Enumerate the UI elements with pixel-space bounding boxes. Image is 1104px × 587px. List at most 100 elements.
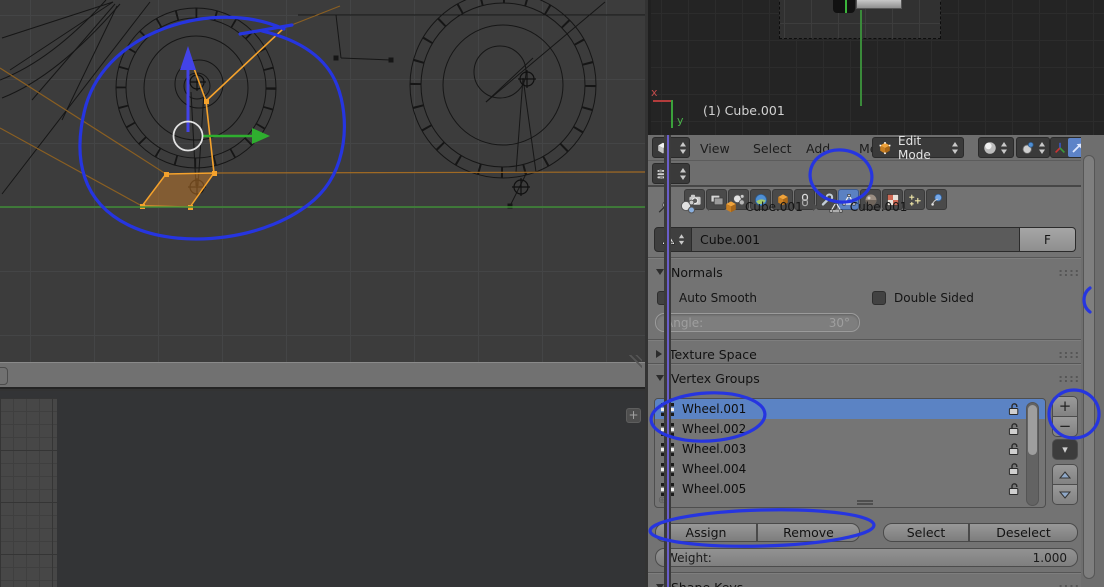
panel-header-texture-space[interactable]: Texture Space — [656, 345, 757, 363]
panel-grip[interactable]: :::: — [1058, 348, 1080, 361]
model-green-marker — [845, 0, 847, 13]
properties-context-tabs-row — [648, 161, 1104, 210]
properties-editor-type-button[interactable] — [652, 163, 690, 184]
viewport-3d-camera[interactable]: x y (1) Cube.001 — [648, 0, 1104, 135]
updown-arrows-icon — [952, 141, 958, 154]
viewport-shading-selector[interactable] — [978, 137, 1014, 158]
panel-grip[interactable]: :::: — [1058, 266, 1080, 279]
vertex-group-row[interactable]: Wheel.003 — [655, 439, 1045, 459]
vertex-group-add-button[interactable]: + — [1052, 396, 1078, 417]
panel-expand-icon — [656, 269, 664, 275]
area-corner-grip[interactable] — [626, 355, 642, 369]
vertex-group-specials-menu[interactable]: ▾ — [1052, 439, 1078, 460]
unlock-icon[interactable] — [1007, 402, 1021, 416]
manipulator-axes-icon[interactable] — [1051, 138, 1068, 157]
list-resize-grip[interactable] — [857, 500, 873, 505]
shading-sphere-icon — [984, 141, 996, 154]
edit-mode-cube-icon — [879, 141, 891, 154]
breadcrumb-arrow-icon — [812, 203, 818, 211]
panel-title: Shape Keys — [671, 579, 744, 587]
panel-header-vertex-groups[interactable]: Vertex Groups — [656, 369, 760, 387]
weight-slider[interactable]: Weight: 1.000 — [655, 548, 1078, 567]
panel-expand-icon — [656, 375, 664, 381]
axis-x-label: x — [651, 86, 658, 99]
panel-grip[interactable]: :::: — [1058, 581, 1080, 587]
pivot-point-selector[interactable] — [1016, 137, 1050, 158]
vertex-group-remove-button[interactable]: − — [1052, 416, 1078, 437]
viewport-grid — [0, 398, 57, 587]
viewport-header-bar[interactable] — [0, 355, 645, 389]
select-button[interactable]: Select — [883, 523, 969, 542]
blender-window: + x y (1) Cube.001 View Select Add Edit … — [0, 0, 1104, 587]
model-silhouette — [833, 0, 855, 13]
vertex-group-move-down-button[interactable] — [1052, 484, 1078, 505]
auto-smooth-label: Auto Smooth — [679, 291, 757, 305]
axis-gizmo-y — [671, 100, 673, 128]
double-sided-label: Double Sided — [894, 291, 974, 305]
breadcrumb: Cube.001 Cube.001 — [648, 188, 1088, 226]
panel-title: Normals — [671, 264, 723, 280]
vertex-group-row[interactable]: Wheel.002 — [655, 419, 1045, 439]
breadcrumb-object-name[interactable]: Cube.001 — [745, 200, 803, 214]
unlock-icon[interactable] — [1007, 462, 1021, 476]
breadcrumb-data-name[interactable]: Cube.001 — [850, 200, 908, 214]
panel-separator — [648, 572, 1096, 573]
vertex-group-row[interactable]: Wheel.004 — [655, 459, 1045, 479]
object-datablock-icon[interactable] — [723, 199, 739, 215]
remove-button[interactable]: Remove — [757, 523, 860, 542]
panel-grip[interactable]: :::: — [1058, 372, 1080, 385]
vertex-groups-list[interactable]: Wheel.001 Wheel.002 Wheel.003 Wheel.004 … — [654, 398, 1046, 508]
mode-label: Edit Mode — [898, 135, 931, 162]
updown-arrows-icon — [1039, 141, 1045, 154]
double-sided-checkbox[interactable] — [872, 291, 886, 305]
viewport-object-info: (1) Cube.001 — [703, 103, 785, 118]
properties-scrollbar-thumb[interactable] — [1083, 155, 1095, 579]
updown-arrows-icon — [1001, 141, 1007, 154]
panel-title: Vertex Groups — [671, 370, 760, 386]
list-scrollbar[interactable] — [1026, 402, 1039, 506]
panel-separator — [648, 339, 1096, 340]
properties-scrollbar[interactable] — [1081, 135, 1104, 587]
fake-user-button[interactable]: F — [1020, 227, 1076, 252]
auto-smooth-row: Auto Smooth — [657, 291, 757, 305]
datablock-type-button[interactable] — [654, 227, 692, 252]
transform-manipulator[interactable] — [172, 46, 271, 152]
vertex-group-name: Wheel.001 — [682, 402, 747, 416]
empty-markers — [188, 70, 536, 196]
datablock-name-input[interactable]: Cube.001 — [692, 227, 1020, 252]
vertex-group-move-up-button[interactable] — [1052, 464, 1078, 485]
vertex-group-name: Wheel.003 — [682, 442, 747, 456]
weight-label: Weight: — [666, 550, 712, 565]
vertex-group-name: Wheel.004 — [682, 462, 747, 476]
deselect-button[interactable]: Deselect — [969, 523, 1078, 542]
editor-type-button[interactable] — [652, 137, 690, 158]
viewport-3d-main[interactable] — [0, 0, 645, 362]
menu-add[interactable]: Add — [802, 140, 834, 157]
list-scrollbar-thumb[interactable] — [1028, 405, 1037, 455]
panel-separator — [648, 363, 1096, 364]
unlock-icon[interactable] — [1007, 482, 1021, 496]
updown-arrows-icon — [678, 234, 685, 245]
camera-center-line — [860, 10, 862, 106]
vertex-group-row[interactable]: Wheel.001 — [655, 399, 1045, 419]
axis-gizmo-x — [653, 100, 673, 102]
region-expand-button[interactable]: + — [626, 408, 641, 423]
header-stub-button[interactable] — [0, 367, 8, 385]
angle-slider[interactable]: Angle: 30° — [655, 313, 860, 332]
menu-view[interactable]: View — [696, 140, 734, 157]
vertex-group-name: Wheel.005 — [682, 482, 747, 496]
unlock-icon[interactable] — [1007, 422, 1021, 436]
menu-select[interactable]: Select — [749, 140, 796, 157]
mesh-datablock-icon[interactable] — [828, 199, 844, 215]
updown-arrows-icon — [680, 141, 686, 154]
unlock-icon[interactable] — [1007, 442, 1021, 456]
viewport-3d-bottom[interactable]: + — [0, 391, 645, 587]
vertex-group-row[interactable]: Wheel.005 — [655, 479, 1045, 499]
mode-selector[interactable]: Edit Mode — [872, 135, 964, 162]
panel-title: Texture Space — [669, 346, 757, 362]
scene-datablock-icon[interactable] — [678, 197, 698, 217]
selected-edges — [0, 5, 645, 210]
wireframe-scene — [0, 0, 645, 210]
weight-value: 1.000 — [1032, 550, 1067, 565]
pivot-icon — [1022, 141, 1034, 154]
